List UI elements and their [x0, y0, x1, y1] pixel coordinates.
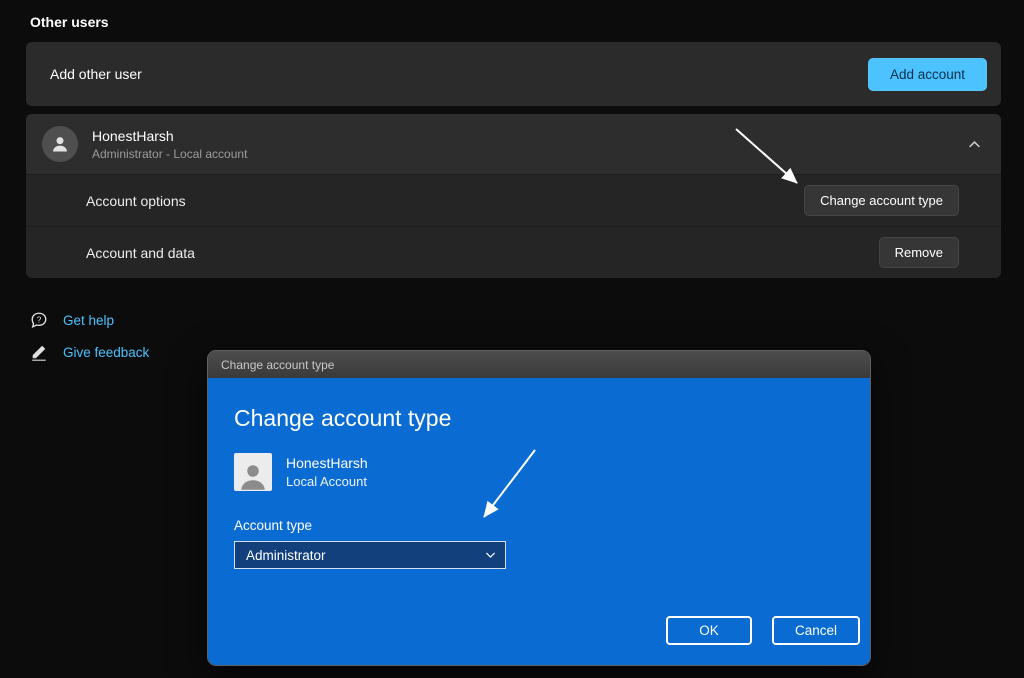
user-account-header[interactable]: HonestHarsh Administrator - Local accoun…	[26, 114, 1001, 174]
dialog-heading: Change account type	[234, 378, 844, 432]
account-type-selected-value: Administrator	[246, 548, 326, 563]
user-name: HonestHarsh	[92, 128, 247, 144]
account-and-data-row: Account and data Remove	[26, 226, 1001, 278]
change-account-type-dialog: Change account type Change account type …	[207, 350, 871, 666]
dialog-user-row: HonestHarsh Local Account	[234, 453, 844, 491]
account-type-dropdown[interactable]: Administrator	[234, 541, 506, 569]
dialog-user-name: HonestHarsh	[286, 455, 368, 471]
dialog-user-type: Local Account	[286, 474, 368, 489]
add-other-user-card: Add other user Add account	[26, 42, 1001, 106]
give-feedback-label: Give feedback	[63, 345, 149, 360]
add-account-button[interactable]: Add account	[868, 58, 987, 91]
account-and-data-label: Account and data	[86, 245, 195, 261]
get-help-label: Get help	[63, 313, 114, 328]
user-avatar-icon	[42, 126, 78, 162]
account-type-field-label: Account type	[234, 518, 844, 533]
help-icon: ?	[30, 311, 48, 329]
page-title: Other users	[30, 14, 109, 30]
give-feedback-link[interactable]: Give feedback	[30, 343, 149, 361]
settings-other-users-page: Other users Add other user Add account H…	[0, 0, 1024, 678]
user-subtitle: Administrator - Local account	[92, 147, 247, 161]
svg-text:?: ?	[37, 316, 42, 325]
ok-button[interactable]: OK	[666, 616, 752, 645]
cancel-button[interactable]: Cancel	[772, 616, 860, 645]
add-other-user-label: Add other user	[50, 66, 142, 82]
dialog-titlebar[interactable]: Change account type	[208, 351, 870, 378]
dialog-titlebar-text: Change account type	[221, 358, 334, 372]
user-meta: HonestHarsh Administrator - Local accoun…	[92, 128, 247, 161]
account-options-row: Account options Change account type	[26, 174, 1001, 226]
user-account-card: HonestHarsh Administrator - Local accoun…	[26, 114, 1001, 278]
dialog-user-meta: HonestHarsh Local Account	[286, 455, 368, 489]
account-options-label: Account options	[86, 193, 186, 209]
change-account-type-button[interactable]: Change account type	[804, 185, 959, 216]
dialog-user-avatar-icon	[234, 453, 272, 491]
dialog-body: Change account type HonestHarsh Local Ac…	[208, 378, 870, 666]
feedback-icon	[30, 343, 48, 361]
chevron-down-icon	[485, 551, 496, 559]
chevron-up-icon[interactable]	[968, 140, 981, 149]
remove-button[interactable]: Remove	[879, 237, 959, 268]
get-help-link[interactable]: ? Get help	[30, 311, 114, 329]
